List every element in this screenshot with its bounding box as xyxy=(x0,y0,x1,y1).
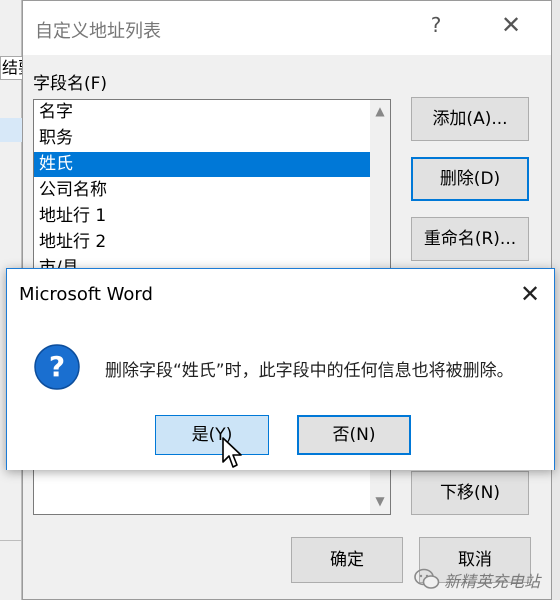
scroll-up-icon[interactable]: ▲ xyxy=(370,104,390,118)
field-list-item[interactable]: 公司名称 xyxy=(34,178,370,203)
add-field-button[interactable]: 添加(A)... xyxy=(411,97,529,141)
move-down-button[interactable]: 下移(N) xyxy=(411,471,529,515)
list-scrollbar-bottom[interactable]: ▼ xyxy=(370,469,390,514)
field-list-item[interactable]: 地址行 1 xyxy=(34,204,370,229)
rename-field-button[interactable]: 重命名(R)... xyxy=(411,217,529,261)
message-box-body: ? 删除字段“姓氏”时，此字段中的任何信息也将被删除。 是(Y) 否(N) xyxy=(7,321,554,470)
watermark: 新精英充电站 xyxy=(412,566,560,596)
field-list-item[interactable]: 名字 xyxy=(34,100,370,125)
svg-text:?: ? xyxy=(49,350,65,383)
message-text: 删除字段“姓氏”时，此字段中的任何信息也将被删除。 xyxy=(105,361,514,381)
ok-button[interactable]: 确定 xyxy=(291,537,403,583)
wechat-icon xyxy=(414,568,440,589)
list-scrollbar[interactable]: ▲ xyxy=(370,100,390,272)
yes-button[interactable]: 是(Y) xyxy=(155,415,269,455)
field-list-item[interactable]: 地址行 2 xyxy=(34,230,370,255)
background-selected-row xyxy=(0,118,22,142)
message-box-titlebar: Microsoft Word ✕ xyxy=(7,269,554,321)
help-button[interactable]: ? xyxy=(421,13,451,37)
field-list-bottom[interactable]: ▼ xyxy=(33,469,391,515)
field-names-label: 字段名(F) xyxy=(33,74,108,94)
question-icon: ? xyxy=(34,344,80,390)
background-divider xyxy=(0,540,22,541)
close-button[interactable]: ✕ xyxy=(493,11,529,39)
message-box-title: Microsoft Word xyxy=(19,284,153,305)
field-list-item[interactable]: 职务 xyxy=(34,126,370,151)
mouse-pointer-icon xyxy=(222,437,242,468)
field-list-item-selected[interactable]: 姓氏 xyxy=(34,152,370,177)
delete-field-button[interactable]: 删除(D) xyxy=(411,157,529,201)
watermark-text: 新精英充电站 xyxy=(444,572,541,591)
dialog-titlebar: 自定义地址列表 ? ✕ xyxy=(23,1,551,55)
scroll-down-icon[interactable]: ▼ xyxy=(370,494,390,508)
field-list[interactable]: 名字 职务 姓氏 公司名称 地址行 1 地址行 2 市/县 ▲ xyxy=(33,99,391,273)
no-button[interactable]: 否(N) xyxy=(297,415,411,455)
confirm-delete-message-box: Microsoft Word ✕ ? 删除字段“姓氏”时，此字段中的任何信息也将… xyxy=(6,268,555,470)
dialog-title: 自定义地址列表 xyxy=(35,21,161,42)
message-box-close-button[interactable]: ✕ xyxy=(515,280,545,308)
